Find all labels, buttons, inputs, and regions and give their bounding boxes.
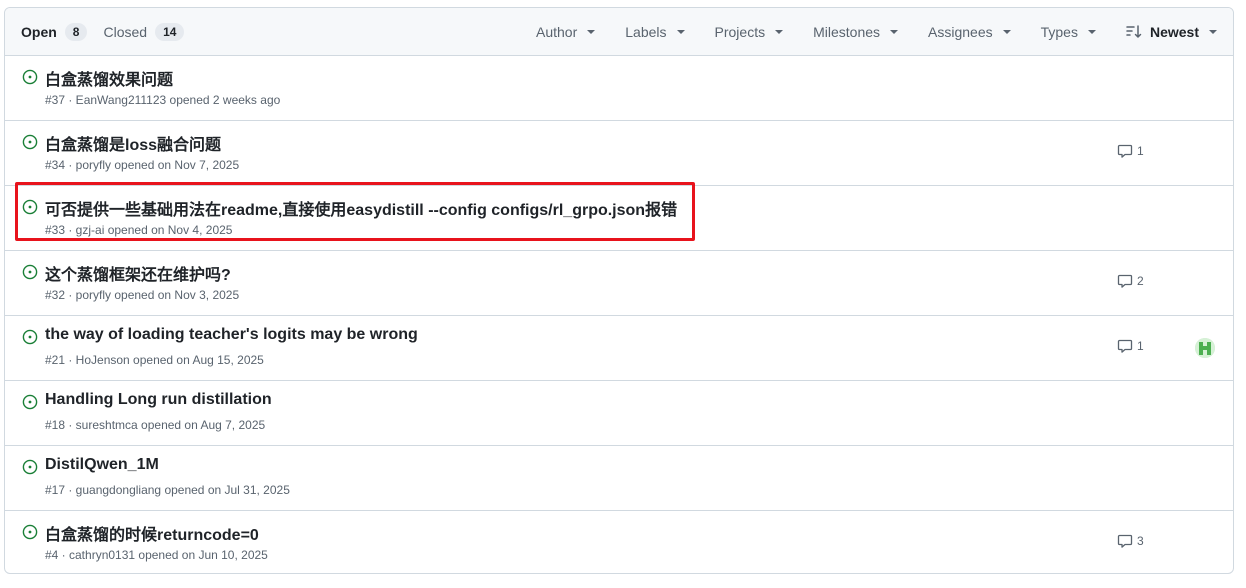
issue-title-link[interactable]: DistilQwen_1M [45,456,159,474]
comment-count: 1 [1137,339,1144,353]
open-tab-label: Open [21,23,57,40]
author-filter[interactable]: Author [536,23,596,40]
issue-title-link[interactable]: 白盒蒸馏效果问题 [45,66,173,90]
milestones-filter-label: Milestones [813,23,881,40]
issue-row: 白盒蒸馏效果问题 #37 · EanWang211123 opened 2 we… [5,56,1233,121]
comments-link[interactable]: 1 [1117,338,1144,354]
labels-filter[interactable]: Labels [625,23,685,40]
issue-opened-icon [22,394,38,410]
comments-link[interactable]: 3 [1117,533,1144,549]
sort-dropdown[interactable]: Newest [1126,24,1217,40]
chevron-down-icon [1087,29,1096,34]
comments-link[interactable]: 1 [1117,143,1144,159]
issue-opened-icon [22,134,38,150]
closed-tab[interactable]: Closed 14 [103,22,185,41]
types-filter-label: Types [1040,23,1078,40]
issue-meta: #4 · cathryn0131 opened on Jun 10, 2025 [45,548,268,562]
issue-row: 白盒蒸馏是loss融合问题 #34 · poryfly opened on No… [5,121,1233,186]
issue-meta: #32 · poryfly opened on Nov 3, 2025 [45,288,240,302]
issue-title-link[interactable]: the way of loading teacher's logits may … [45,326,418,344]
assignees-filter-label: Assignees [928,23,993,40]
issue-row: 这个蒸馏框架还在维护吗? #32 · poryfly opened on Nov… [5,251,1233,316]
issue-title-link[interactable]: 白盒蒸馏的时候returncode=0 [45,521,259,545]
comment-count: 3 [1137,534,1144,548]
sort-desc-icon [1126,24,1142,40]
assignee-avatar[interactable] [1195,338,1215,358]
issues-list: Open 8 Closed 14 Author Labels Projects … [4,7,1234,574]
issue-meta: #21 · HoJenson opened on Aug 15, 2025 [45,353,264,367]
issue-row: Handling Long run distillation #18 · sur… [5,381,1233,446]
open-count-badge: 8 [64,22,88,41]
comment-icon [1117,274,1133,288]
issue-rows: 白盒蒸馏效果问题 #37 · EanWang211123 opened 2 we… [5,56,1233,573]
chevron-down-icon [775,29,784,34]
closed-count-badge: 14 [155,22,185,41]
chevron-down-icon [1002,29,1011,34]
filter-bar: Author Labels Projects Milestones Assign… [506,24,1217,40]
open-tab[interactable]: Open 8 [21,22,88,41]
issue-opened-icon [22,524,38,540]
projects-filter[interactable]: Projects [715,24,784,40]
chevron-down-icon [676,29,685,34]
issue-meta: #17 · guangdongliang opened on Jul 31, 2… [45,483,290,497]
issue-row: 白盒蒸馏的时候returncode=0 #4 · cathryn0131 ope… [5,511,1233,573]
chevron-down-icon [587,29,596,34]
issue-opened-icon [22,199,38,215]
chevron-down-icon [890,29,899,34]
comment-icon [1117,339,1133,353]
issue-title-link[interactable]: 白盒蒸馏是loss融合问题 [45,131,221,155]
issue-title-link[interactable]: 这个蒸馏框架还在维护吗? [45,261,231,285]
comment-count: 1 [1137,144,1144,158]
milestones-filter[interactable]: Milestones [813,23,899,40]
chevron-down-icon [1209,29,1217,34]
issue-title-link[interactable]: Handling Long run distillation [45,391,272,409]
issue-meta: #18 · sureshtmca opened on Aug 7, 2025 [45,418,266,432]
author-filter-label: Author [536,23,578,40]
comment-icon [1117,144,1133,158]
issue-title-link[interactable]: 可否提供一些基础用法在readme,直接使用easydistill --conf… [45,196,677,220]
sort-label: Newest [1149,23,1199,40]
comment-icon [1117,534,1133,548]
comments-link[interactable]: 2 [1117,273,1144,289]
labels-filter-label: Labels [625,23,667,40]
issue-meta: #34 · poryfly opened on Nov 7, 2025 [45,158,240,172]
issue-meta: #37 · EanWang211123 opened 2 weeks ago [45,93,281,107]
issue-row: the way of loading teacher's logits may … [5,316,1233,381]
issue-opened-icon [22,69,38,85]
closed-tab-label: Closed [103,23,148,40]
issue-opened-icon [22,264,38,280]
assignees-filter[interactable]: Assignees [928,24,1011,40]
issue-row: DistilQwen_1M #17 · guangdongliang opene… [5,446,1233,511]
projects-filter-label: Projects [714,23,766,40]
issue-opened-icon [22,459,38,475]
issue-row: 可否提供一些基础用法在readme,直接使用easydistill --conf… [5,186,1233,251]
comment-count: 2 [1137,274,1144,288]
issue-meta: #33 · gzj-ai opened on Nov 4, 2025 [45,223,233,237]
issue-opened-icon [22,329,38,345]
issues-header: Open 8 Closed 14 Author Labels Projects … [5,8,1233,56]
types-filter[interactable]: Types [1041,24,1096,40]
